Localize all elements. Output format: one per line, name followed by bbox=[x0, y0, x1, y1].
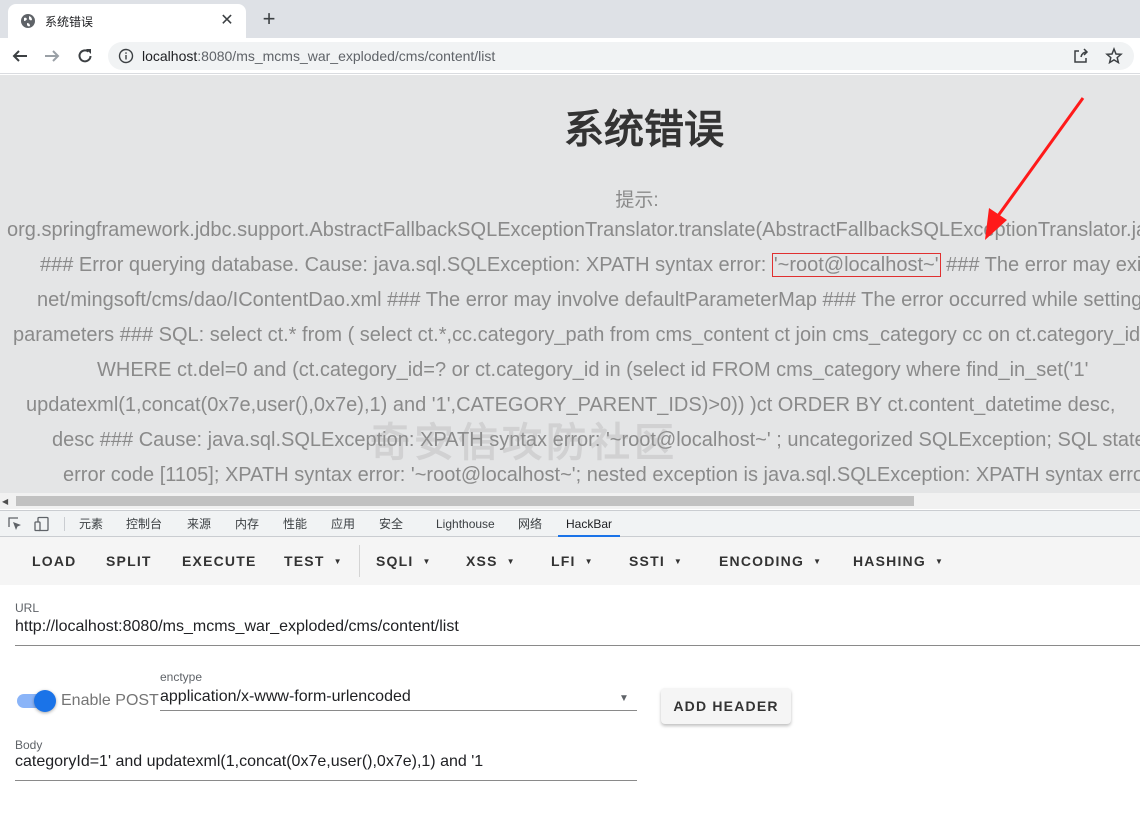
error-page: 系统错误 提示: org.springframework.jdbc.suppor… bbox=[0, 75, 1140, 493]
share-icon[interactable] bbox=[1072, 47, 1090, 65]
enable-post-label: Enable POST bbox=[61, 692, 159, 709]
sqli-menu[interactable]: SQLI ▼ bbox=[376, 537, 432, 585]
page-horizontal-scrollbar[interactable]: ◀ bbox=[0, 493, 1140, 509]
enable-post-toggle[interactable] bbox=[17, 689, 56, 713]
lfi-menu[interactable]: LFI ▼ bbox=[551, 537, 594, 585]
load-button[interactable]: LOAD bbox=[32, 537, 76, 585]
split-button[interactable]: SPLIT bbox=[106, 537, 152, 585]
caret-down-icon: ▼ bbox=[934, 557, 945, 566]
encoding-menu[interactable]: ENCODING ▼ bbox=[719, 537, 822, 585]
bookmark-star-icon[interactable] bbox=[1105, 47, 1123, 65]
url-input-underline bbox=[15, 645, 1140, 646]
back-button[interactable] bbox=[8, 44, 32, 68]
enctype-underline bbox=[160, 710, 637, 711]
caret-down-icon: ▼ bbox=[506, 557, 516, 566]
address-bar[interactable]: localhost:8080/ms_mcms_war_exploded/cms/… bbox=[108, 42, 1134, 70]
hashing-menu[interactable]: HASHING ▼ bbox=[853, 537, 944, 585]
caret-down-icon: ▼ bbox=[584, 557, 594, 566]
browser-toolbar: localhost:8080/ms_mcms_war_exploded/cms/… bbox=[0, 38, 1140, 74]
watermark: 奇安信攻防社区 bbox=[370, 421, 678, 465]
url-input[interactable]: http://localhost:8080/ms_mcms_war_explod… bbox=[15, 618, 459, 636]
devtools-tab-application[interactable]: 应用 bbox=[331, 511, 355, 537]
menu-divider bbox=[359, 545, 360, 577]
reload-button[interactable] bbox=[73, 44, 97, 68]
error-line-3: net/mingsoft/cms/dao/IContentDao.xml ###… bbox=[37, 289, 1140, 311]
ssti-menu[interactable]: SSTI ▼ bbox=[629, 537, 683, 585]
hackbar-menu: LOAD SPLIT EXECUTE TEST ▼ SQLI ▼ XSS ▼ LFI ▼… bbox=[0, 537, 1140, 585]
body-input-underline bbox=[15, 780, 637, 781]
enctype-select[interactable]: application/x-www-form-urlencoded bbox=[160, 688, 411, 706]
caret-down-icon: ▼ bbox=[422, 557, 432, 566]
page-title: 系统错误 bbox=[564, 108, 724, 152]
error-line-5: WHERE ct.del=0 and (ct.category_id=? or … bbox=[97, 359, 1089, 381]
add-header-button[interactable]: ADD HEADER bbox=[661, 688, 791, 724]
hint-label: 提示: bbox=[615, 190, 659, 211]
browser-tab[interactable]: 系统错误 ✕ bbox=[8, 4, 246, 38]
red-arrow-annotation bbox=[985, 97, 1085, 240]
devtools-tab-memory[interactable]: 内存 bbox=[235, 511, 259, 537]
hackbar-form: URL http://localhost:8080/ms_mcms_war_ex… bbox=[0, 585, 1140, 824]
caret-down-icon: ▼ bbox=[673, 557, 684, 566]
xss-menu[interactable]: XSS ▼ bbox=[466, 537, 516, 585]
arrow-left-icon bbox=[12, 50, 27, 62]
close-tab-icon[interactable]: ✕ bbox=[218, 12, 236, 30]
dropdown-caret-icon[interactable]: ▼ bbox=[619, 693, 629, 704]
reload-icon bbox=[78, 49, 92, 63]
globe-icon bbox=[20, 13, 36, 29]
device-toolbar-icon[interactable] bbox=[34, 516, 50, 532]
info-icon[interactable] bbox=[118, 48, 134, 64]
body-field-label: Body bbox=[15, 738, 43, 752]
devtools-tab-lighthouse[interactable]: Lighthouse bbox=[436, 511, 495, 537]
body-input[interactable]: categoryId=1' and updatexml(1,concat(0x7… bbox=[15, 753, 483, 771]
inspect-element-icon[interactable] bbox=[7, 516, 23, 532]
error-line-4: parameters ### SQL: select ct.* from ( s… bbox=[13, 324, 1140, 346]
devtools-tab-bar: 元素 控制台 来源 内存 性能 应用 安全 Lighthouse 网络 Hack… bbox=[0, 510, 1140, 537]
devtools-tab-sources[interactable]: 来源 bbox=[187, 511, 211, 537]
devtools-separator bbox=[64, 517, 65, 531]
browser-tab-strip: 系统错误 ✕ + bbox=[0, 0, 1140, 38]
highlighted-error-value: '~root@localhost~' bbox=[771, 253, 941, 277]
error-line-1: org.springframework.jdbc.support.Abstrac… bbox=[7, 219, 1140, 241]
forward-button[interactable] bbox=[40, 44, 64, 68]
tab-title: 系统错误 bbox=[45, 14, 94, 29]
devtools-tab-network[interactable]: 网络 bbox=[518, 511, 542, 537]
caret-down-icon: ▼ bbox=[813, 557, 823, 566]
error-line-2: ### Error querying database. Cause: java… bbox=[40, 253, 1140, 277]
devtools-tab-performance[interactable]: 性能 bbox=[283, 511, 307, 537]
url-field-label: URL bbox=[15, 601, 40, 615]
new-tab-button[interactable]: + bbox=[258, 8, 280, 31]
execute-button[interactable]: EXECUTE bbox=[182, 537, 257, 585]
devtools-tab-security[interactable]: 安全 bbox=[379, 511, 403, 537]
test-menu[interactable]: TEST ▼ bbox=[284, 537, 343, 585]
scroll-left-arrow-icon[interactable]: ◀ bbox=[2, 497, 8, 506]
toggle-knob bbox=[34, 690, 56, 712]
enctype-label: enctype bbox=[160, 670, 203, 684]
devtools-tab-elements[interactable]: 元素 bbox=[79, 511, 103, 537]
scrollbar-thumb[interactable] bbox=[16, 496, 914, 506]
devtools-tab-hackbar[interactable]: HackBar bbox=[558, 511, 621, 537]
devtools-tab-console[interactable]: 控制台 bbox=[126, 511, 162, 537]
address-url: localhost:8080/ms_mcms_war_exploded/cms/… bbox=[142, 48, 496, 64]
arrow-right-icon bbox=[45, 50, 60, 62]
caret-down-icon: ▼ bbox=[333, 557, 343, 566]
